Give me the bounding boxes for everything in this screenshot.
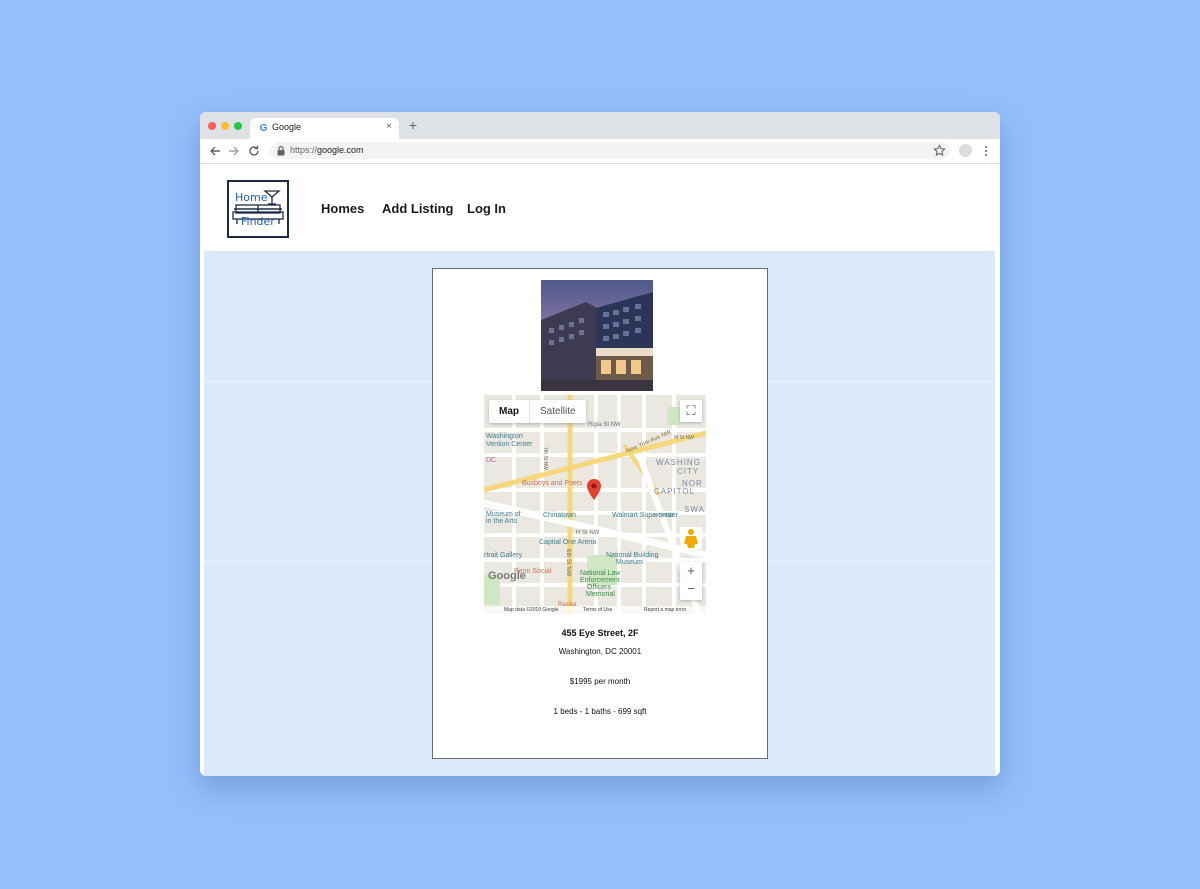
lock-icon <box>277 145 285 156</box>
address-line-2: Washington, DC 20001 <box>558 647 642 656</box>
listing-content-area: Rigia St NW New York Ave NW M St NW H St… <box>204 251 995 776</box>
map-label-museum-2: Museum <box>616 559 643 566</box>
url-text: https://google.com <box>290 145 364 155</box>
listing-photo[interactable] <box>541 280 653 391</box>
browser-toolbar: https://google.com <box>200 139 1000 164</box>
profile-avatar-icon[interactable] <box>959 144 972 157</box>
map-label-chinatown: Chinatown <box>543 512 576 519</box>
tab-title: Google <box>272 122 302 132</box>
map-label-capital-one: Capital One Arena <box>539 539 596 546</box>
map-type-map[interactable]: Map <box>489 400 530 423</box>
map-label-washington: WASHING <box>656 458 701 467</box>
site-header: Home Finder Homes Add Listing Log In <box>200 164 1000 251</box>
browser-window: G Google × + https://google.com Home Fin… <box>200 112 1000 776</box>
map-label-nleom-4: Memorial <box>586 591 615 598</box>
home-finder-logo[interactable]: Home Finder <box>227 180 289 238</box>
map-type-satellite[interactable]: Satellite <box>530 400 586 423</box>
map-label-walmart: Walmart Supercenter <box>612 512 679 519</box>
reload-icon[interactable] <box>247 144 261 158</box>
new-tab-button[interactable]: + <box>406 118 420 132</box>
fullscreen-icon[interactable]: ⛶ <box>680 400 702 422</box>
map-data-credit: Map data ©2019 Google <box>504 607 559 613</box>
map-label-swa: SWA <box>684 505 705 514</box>
map-label-washington-center: Washington <box>486 433 523 440</box>
bookmark-star-icon[interactable] <box>933 144 946 157</box>
address-line-1: 455 Eye Street, 2F <box>561 628 639 638</box>
map-footer: Map data ©2019 Google Terms of Use Repor… <box>484 606 706 614</box>
map-label-city: CITY <box>677 467 699 476</box>
map-label-h-st: H St NW <box>576 530 600 536</box>
nav-add-listing[interactable]: Add Listing <box>382 201 454 216</box>
map-label-dc: DC <box>486 457 496 464</box>
browser-tab[interactable]: G Google × <box>250 118 399 139</box>
map-terms-link[interactable]: Terms of Use <box>583 606 612 614</box>
minimize-window-button[interactable] <box>221 122 229 130</box>
pegman-icon[interactable] <box>680 527 702 549</box>
map-label-nleom-2: Enforcement <box>580 577 620 584</box>
listing-card[interactable]: Rigia St NW New York Ave NW M St NW H St… <box>432 268 768 759</box>
back-arrow-icon[interactable] <box>208 144 222 158</box>
nav-login[interactable]: Log In <box>467 201 506 216</box>
google-favicon-icon: G <box>259 123 268 134</box>
logo-text-home: Home <box>235 191 268 204</box>
logo-text-finder: Finder <box>241 215 275 228</box>
map-label-national-building: National Building <box>606 552 659 559</box>
nav-homes[interactable]: Homes <box>321 201 364 216</box>
zoom-out-button[interactable]: − <box>680 580 702 598</box>
map-label-museum: Museum of <box>486 511 521 518</box>
map-label-capitol: CAPITOL <box>654 487 695 496</box>
map-label-rigia: Rigia St NW <box>588 422 621 428</box>
location-map[interactable]: Rigia St NW New York Ave NW M St NW H St… <box>484 395 706 614</box>
listing-details: 1 beds - 1 baths - 699 sqft <box>553 707 647 716</box>
map-label-busboys: Busboys and Poets <box>522 480 583 487</box>
tab-close-icon[interactable]: × <box>386 121 392 132</box>
browser-menu-icon[interactable] <box>982 144 990 158</box>
map-label-portrait-gallery: rtrait Gallery <box>484 552 523 559</box>
map-label-m-st: M St NW <box>674 435 694 441</box>
address-bar[interactable]: https://google.com <box>270 142 950 159</box>
map-label-6th-st: 6th St NW <box>565 549 571 577</box>
map-label-nleom-1: National Law <box>580 570 621 577</box>
map-type-toggle[interactable]: Map Satellite <box>489 400 586 423</box>
map-label-in-the-arts: in the Arts <box>486 518 518 525</box>
forward-arrow-icon[interactable] <box>227 144 241 158</box>
zoom-controls[interactable]: + − <box>680 562 702 600</box>
maximize-window-button[interactable] <box>234 122 242 130</box>
map-label-convention-center: Vention Center <box>486 441 533 448</box>
listing-price: $1995 per month <box>569 677 631 686</box>
map-label-7th-st: 7th St NW <box>542 447 548 470</box>
close-window-button[interactable] <box>208 122 216 130</box>
zoom-in-button[interactable]: + <box>680 562 702 580</box>
map-label-nleom-3: Officers <box>587 584 611 591</box>
map-report-link[interactable]: Report a map error <box>644 606 686 614</box>
google-watermark: Google <box>488 570 526 582</box>
tab-strip: G Google × + <box>200 112 1000 139</box>
